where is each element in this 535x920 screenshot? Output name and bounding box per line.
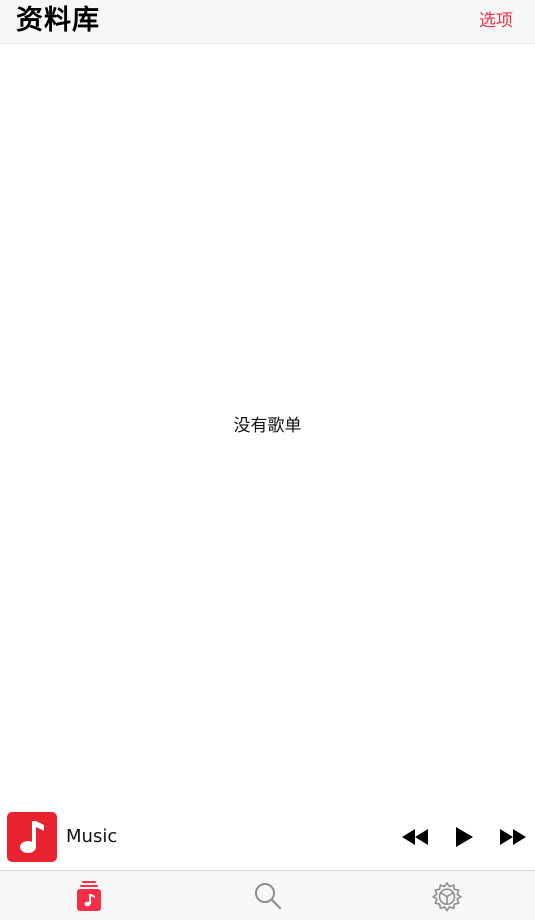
play-icon	[456, 827, 473, 847]
tab-settings[interactable]	[357, 871, 535, 920]
tab-search[interactable]	[178, 871, 356, 920]
rewind-icon	[402, 829, 428, 845]
rewind-button[interactable]	[400, 824, 430, 850]
fast-forward-icon	[500, 829, 526, 845]
mini-player[interactable]: Music	[0, 804, 535, 870]
fast-forward-button[interactable]	[498, 824, 528, 850]
page-title: 资料库	[16, 5, 100, 36]
play-button[interactable]	[452, 824, 476, 850]
library-icon	[77, 881, 101, 911]
header-bar: 资料库 选项	[0, 0, 535, 44]
now-playing-title[interactable]: Music	[66, 825, 117, 849]
now-playing-artwork[interactable]	[7, 812, 57, 862]
app-root: 资料库 选项 没有歌单 Music	[0, 0, 535, 920]
search-icon	[255, 883, 282, 910]
music-note-icon	[20, 821, 44, 853]
options-button[interactable]: 选项	[479, 10, 513, 32]
empty-playlists-message: 没有歌单	[233, 416, 302, 436]
tab-bar	[0, 870, 535, 920]
tab-library[interactable]	[0, 871, 178, 920]
settings-icon	[431, 881, 463, 912]
